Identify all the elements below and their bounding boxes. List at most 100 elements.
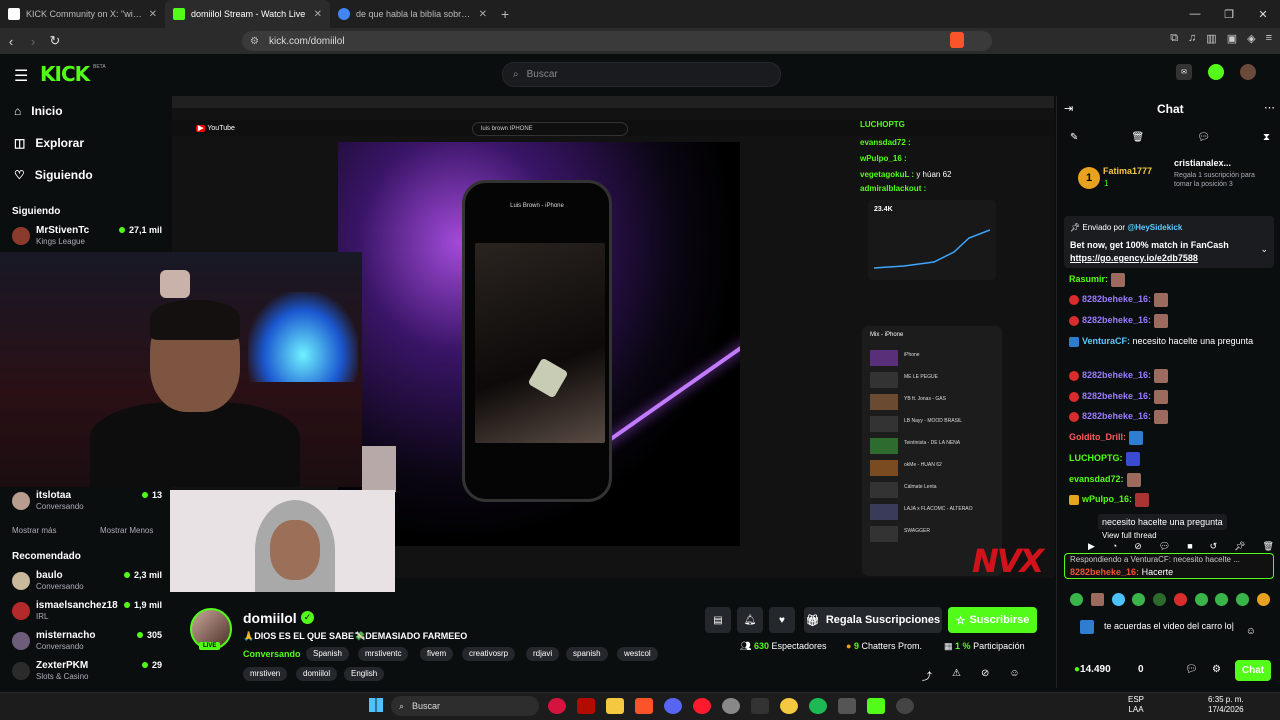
chat-bubble-icon[interactable]: 💬︎ [1185, 664, 1198, 675]
channel-item[interactable]: misternacho Conversando 305 [12, 629, 162, 655]
file-explorer-icon[interactable] [606, 698, 624, 714]
reload-icon[interactable]: ↻ [44, 33, 66, 49]
reply-icon[interactable]: 💬︎ [1159, 541, 1170, 552]
browser-tab[interactable]: de que habla la biblia sobre el amor✕ [330, 0, 495, 28]
avatar[interactable] [1240, 64, 1256, 80]
system-clock[interactable]: 6:35 p. m. 17/4/2026 [1208, 695, 1244, 715]
stream-tag[interactable]: mrstiven [243, 667, 288, 681]
gear-icon[interactable]: ⚙ [1212, 664, 1221, 675]
stream-tag[interactable]: English [344, 667, 385, 681]
search-input[interactable]: ⌕ Buscar [502, 62, 781, 87]
chat-options-icon[interactable]: ⋯ [1264, 101, 1275, 114]
acrobat-icon[interactable] [577, 698, 595, 714]
browser-tab-active[interactable]: domiilol Stream - Watch Live ✕ [165, 0, 330, 28]
emote[interactable] [1236, 593, 1250, 606]
channel-name[interactable]: domiilol [243, 610, 297, 626]
language-indicator[interactable]: ESP LAA [1128, 695, 1144, 715]
new-tab-button[interactable]: + [501, 6, 509, 22]
stream-tag[interactable]: Spanish [306, 647, 349, 661]
undo-icon[interactable]: ↺ [1210, 541, 1218, 552]
maximize-icon[interactable]: ❐ [1212, 8, 1246, 21]
site-info-icon[interactable]: ⚙ [250, 36, 259, 47]
close-tab-icon[interactable]: ✕ [479, 9, 487, 20]
close-window-icon[interactable]: ✕ [1246, 8, 1280, 21]
hourglass-icon[interactable]: ⧗ [1263, 132, 1270, 143]
rewards-count[interactable]: 0 [1138, 664, 1144, 675]
emote[interactable] [1070, 593, 1083, 606]
opera-icon[interactable] [693, 698, 711, 714]
channel-item[interactable]: baulo Conversando 2,3 mil [12, 569, 162, 595]
stream-tag[interactable]: spanish [566, 647, 608, 661]
back-icon[interactable]: ‹ [0, 34, 22, 49]
collapse-chat-icon[interactable]: ⇥ [1064, 102, 1073, 115]
play-icon[interactable]: ▶ [1088, 541, 1095, 552]
user-add-icon[interactable]: ☺ [1009, 668, 1019, 683]
extensions-icon[interactable]: ⧉ [1170, 32, 1178, 45]
trash-icon[interactable]: 🗑︎ [1263, 541, 1274, 552]
vpn-icon[interactable]: ◈ [1247, 32, 1255, 45]
settings-icon[interactable] [722, 698, 740, 714]
emote[interactable] [1153, 593, 1167, 606]
forward-icon[interactable]: › [22, 34, 44, 49]
inbox-icon[interactable]: ✉ [1176, 64, 1192, 80]
emoji-icon[interactable]: ☺ [1246, 626, 1256, 637]
share-icon[interactable]: ⤴ [922, 668, 932, 683]
ban-icon[interactable]: ⊘ [1134, 541, 1142, 552]
browser-tab[interactable]: KICK Community on X: "win a game✕ [0, 0, 165, 28]
emote[interactable] [1194, 593, 1208, 606]
close-tab-icon[interactable]: ✕ [149, 9, 157, 20]
hide-icon[interactable]: ⊘ [981, 668, 989, 683]
emote[interactable] [1132, 593, 1146, 606]
stream-tag[interactable]: fivem [420, 647, 454, 661]
stream-tag[interactable]: creativosrp [462, 647, 516, 661]
emote[interactable] [1256, 593, 1270, 606]
send-chat-button[interactable]: Chat [1235, 660, 1271, 681]
chat-input[interactable]: te acuerdas el video del carro lo| ☺ [1070, 614, 1270, 658]
show-less-link[interactable]: Mostrar Menos [100, 526, 153, 535]
sidebar-item-siguiendo[interactable]: ♡ Siguiendo [14, 168, 93, 182]
leader-name[interactable]: Fatima1777 [1103, 166, 1152, 176]
sidebar-item-explorar[interactable]: ◫ Explorar [14, 136, 84, 150]
subscribe-button[interactable]: ☆ Suscribirse [948, 607, 1037, 633]
chat-bubble-icon[interactable]: 💬︎ [1197, 132, 1210, 143]
channel-item[interactable]: ZexterPKM Slots & Casino 29 [12, 659, 162, 685]
gifter-name[interactable]: cristianalex... [1174, 158, 1231, 168]
obs-icon[interactable] [896, 698, 914, 714]
taskbar-search[interactable]: ⌕ Buscar [391, 696, 539, 716]
stream-tag[interactable]: domiilol [296, 667, 338, 681]
wallet-icon[interactable]: ▣ [1227, 32, 1237, 45]
pin-icon[interactable]: 📌︎ [1234, 541, 1245, 552]
emote[interactable] [1215, 593, 1229, 606]
view-thread-link[interactable]: View full thread [1102, 531, 1157, 540]
discord-icon[interactable] [664, 698, 682, 714]
address-bar[interactable]: ⚙ kick.com/domiilol [242, 31, 992, 51]
chevron-down-icon[interactable]: ⌄ [1260, 244, 1268, 255]
emote[interactable] [1173, 593, 1187, 606]
app-icon[interactable] [838, 698, 856, 714]
channel-item[interactable]: ismaelsanchez18 IRL 1,9 mil [12, 599, 162, 625]
channel-item[interactable]: itslotaa Conversando 13 [12, 489, 162, 515]
kick-logo[interactable]: KICK [40, 62, 90, 86]
minimize-icon[interactable]: — [1178, 8, 1212, 20]
menu-icon[interactable]: ≡ [1266, 32, 1272, 45]
epic-games-icon[interactable] [751, 698, 769, 714]
emote[interactable] [1090, 593, 1104, 606]
channel-points[interactable]: 14.490 [1074, 664, 1111, 675]
gift-subs-button[interactable]: 🎁︎ Regala Suscripciones [804, 607, 942, 633]
stream-tag[interactable]: rdjavi [526, 647, 560, 661]
game-icon[interactable] [780, 698, 798, 714]
kick-points-icon[interactable] [1208, 64, 1224, 80]
brave-icon[interactable] [635, 698, 653, 714]
stream-tag[interactable]: mrstiventc [358, 647, 409, 661]
sidebar-icon[interactable]: ▥ [1206, 32, 1216, 45]
trash-icon[interactable]: 🗑︎ [1131, 132, 1144, 143]
media-player-icon[interactable] [548, 698, 566, 714]
stream-category[interactable]: Conversando [243, 649, 301, 659]
brave-shield-icon[interactable] [950, 32, 964, 48]
kick-app-icon[interactable] [867, 698, 885, 714]
emote[interactable] [1111, 593, 1125, 606]
channel-item[interactable]: MrStivenTc Kings League 27,1 mil [12, 224, 162, 250]
follow-button[interactable]: ♥ [769, 607, 795, 633]
windows-start-icon[interactable] [369, 698, 383, 712]
pinned-link[interactable]: https://go.egency.io/e2db7588 [1070, 253, 1198, 263]
